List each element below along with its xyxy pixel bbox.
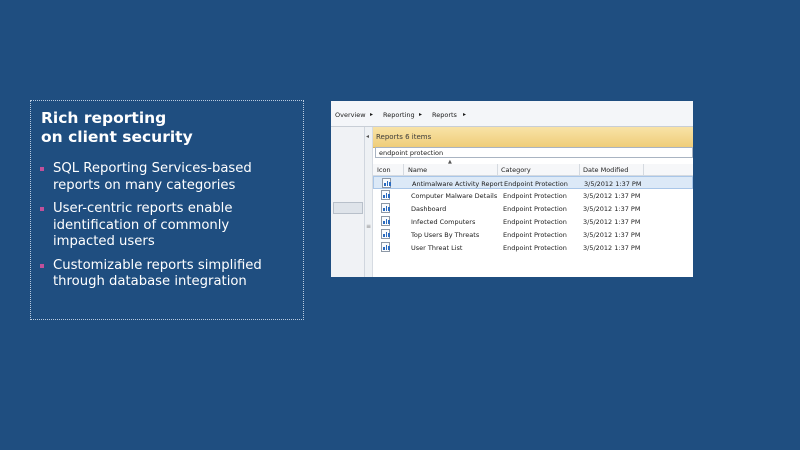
column-divider[interactable]	[403, 164, 404, 175]
report-category: Endpoint Protection	[503, 192, 567, 200]
column-header-icon[interactable]: Icon	[377, 166, 391, 174]
table-row[interactable]: Infected Computers Endpoint Protection 3…	[373, 215, 693, 228]
breadcrumb-arrow-icon[interactable]: ▸	[370, 111, 373, 118]
pane-splitter[interactable]: ◂ ≡	[365, 127, 373, 277]
report-date: 3/5/2012 1:37 PM	[583, 244, 641, 252]
report-name: Infected Computers	[411, 218, 476, 226]
table-row[interactable]: Dashboard Endpoint Protection 3/5/2012 1…	[373, 202, 693, 215]
report-icon	[381, 190, 390, 200]
bullet-square-icon	[40, 207, 44, 211]
bullet-line: reports on many categories	[53, 177, 236, 193]
slide-heading-line2: on client security	[41, 128, 193, 146]
report-name: Top Users By Threats	[411, 231, 480, 239]
report-icon	[381, 242, 390, 252]
slide-heading-line1: Rich reporting	[41, 109, 167, 127]
table-header: Icon Name Category Date Modified	[373, 164, 693, 176]
bullet-item: SQL Reporting Services-based reports on …	[39, 161, 297, 194]
report-category: Endpoint Protection	[504, 180, 568, 188]
column-divider[interactable]	[643, 164, 644, 175]
bullet-line: impacted users	[53, 234, 155, 249]
column-divider[interactable]	[497, 164, 498, 175]
report-name: Computer Malware Details	[411, 192, 498, 200]
text-box: Rich reporting on client security SQL Re…	[30, 100, 304, 320]
bullet-line: SQL Reporting Services-based	[53, 161, 252, 176]
collapse-arrow-icon[interactable]: ◂	[366, 133, 369, 140]
bullet-line: Customizable reports simplified	[53, 257, 262, 273]
report-category: Endpoint Protection	[503, 244, 567, 252]
navigation-item[interactable]	[333, 202, 363, 214]
breadcrumb-arrow-icon[interactable]: ▸	[419, 111, 422, 118]
navigation-pane	[331, 127, 365, 277]
report-date: 3/5/2012 1:37 PM	[583, 231, 641, 239]
table-row[interactable]: Antimalware Activity Report Endpoint Pro…	[373, 176, 693, 189]
reports-header-bar: Reports 6 items	[373, 127, 693, 148]
report-name: Dashboard	[411, 205, 447, 213]
slide-heading: Rich reporting on client security	[41, 109, 193, 147]
bullet-line: through database integration	[53, 274, 247, 289]
report-category: Endpoint Protection	[503, 231, 567, 239]
breadcrumb-overview[interactable]: Overview	[335, 111, 366, 119]
bullet-square-icon	[40, 167, 44, 171]
report-category: Endpoint Protection	[503, 205, 567, 213]
grip-icon[interactable]: ≡	[366, 223, 371, 230]
bullet-item: User-centric reports enable identificati…	[39, 201, 297, 251]
table-row[interactable]: User Threat List Endpoint Protection 3/5…	[373, 241, 693, 254]
search-input-value: endpoint protection	[379, 149, 444, 157]
bullet-line: User-centric reports enable	[53, 201, 233, 216]
report-icon	[381, 216, 390, 226]
breadcrumb-reports[interactable]: Reports	[432, 111, 457, 119]
bullet-list: SQL Reporting Services-based reports on …	[39, 161, 297, 298]
bullet-square-icon	[40, 263, 44, 268]
breadcrumb: Overview ▸ Reporting ▸ Reports ▸	[331, 101, 693, 127]
column-header-date-modified[interactable]: Date Modified	[583, 166, 628, 174]
report-date: 3/5/2012 1:37 PM	[584, 180, 642, 188]
report-date: 3/5/2012 1:37 PM	[583, 218, 641, 226]
report-name: Antimalware Activity Report	[412, 180, 503, 188]
report-date: 3/5/2012 1:37 PM	[583, 205, 641, 213]
reports-count-label: Reports 6 items	[376, 133, 432, 141]
console-screenshot: Overview ▸ Reporting ▸ Reports ▸ ◂ ≡ Rep…	[331, 101, 693, 277]
column-header-category[interactable]: Category	[501, 166, 531, 174]
report-date: 3/5/2012 1:37 PM	[583, 192, 641, 200]
breadcrumb-reporting[interactable]: Reporting	[383, 111, 415, 119]
column-header-name[interactable]: Name	[408, 166, 427, 174]
report-category: Endpoint Protection	[503, 218, 567, 226]
bullet-line: identification of commonly	[53, 217, 230, 233]
report-icon	[381, 229, 390, 239]
table-row[interactable]: Computer Malware Details Endpoint Protec…	[373, 189, 693, 202]
bullet-item: Customizable reports simplified through …	[39, 258, 297, 291]
search-input[interactable]: endpoint protection	[375, 147, 693, 158]
column-divider[interactable]	[579, 164, 580, 175]
report-icon	[381, 203, 390, 213]
table-row[interactable]: Top Users By Threats Endpoint Protection…	[373, 228, 693, 241]
breadcrumb-arrow-icon[interactable]: ▸	[463, 111, 466, 118]
report-name: User Threat List	[411, 244, 463, 252]
report-icon	[382, 178, 391, 188]
